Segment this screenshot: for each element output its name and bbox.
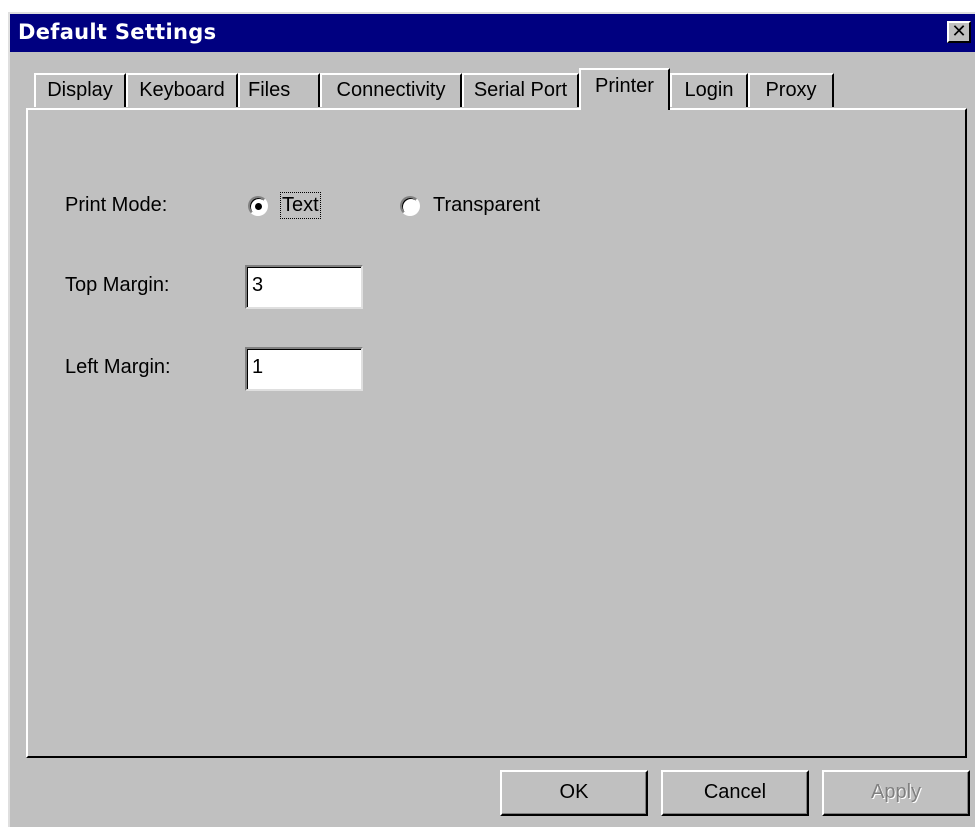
radio-text[interactable] bbox=[248, 196, 268, 216]
radio-text-label[interactable]: Text bbox=[280, 192, 321, 219]
tab-label: Serial Port bbox=[473, 79, 568, 101]
radio-transparent[interactable] bbox=[400, 196, 420, 216]
ok-button-label: OK bbox=[559, 781, 589, 803]
tab-label: Files bbox=[248, 79, 291, 101]
printer-tab-panel: Print Mode: Text Transparent Top Margin:… bbox=[26, 108, 967, 758]
tab-label: Connectivity bbox=[336, 79, 446, 101]
apply-button-label: Apply bbox=[870, 781, 922, 803]
top-margin-label: Top Margin: bbox=[65, 274, 170, 296]
close-button[interactable]: ✕ bbox=[947, 21, 971, 43]
title-bar: Default Settings ✕ bbox=[10, 14, 975, 52]
tab-login[interactable]: Login bbox=[670, 73, 748, 107]
window-title: Default Settings bbox=[18, 20, 217, 44]
tab-label: Proxy bbox=[765, 79, 817, 101]
radio-selected-dot bbox=[255, 203, 262, 210]
cancel-button[interactable]: Cancel bbox=[661, 770, 809, 816]
radio-transparent-label[interactable]: Transparent bbox=[433, 194, 540, 217]
top-margin-field[interactable]: 3 bbox=[245, 265, 363, 309]
left-margin-value: 1 bbox=[252, 356, 264, 378]
tab-label: Login bbox=[684, 79, 734, 101]
apply-button[interactable]: Apply bbox=[822, 770, 970, 816]
tab-connectivity[interactable]: Connectivity bbox=[320, 73, 462, 107]
top-margin-value: 3 bbox=[252, 274, 264, 296]
tab-keyboard[interactable]: Keyboard bbox=[126, 73, 238, 107]
left-margin-field[interactable]: 1 bbox=[245, 347, 363, 391]
default-settings-dialog: Default Settings ✕ Display Keyboard File… bbox=[8, 12, 975, 827]
tab-label: Printer bbox=[595, 75, 654, 97]
tab-display[interactable]: Display bbox=[34, 73, 126, 107]
ok-button[interactable]: OK bbox=[500, 770, 648, 816]
cancel-button-label: Cancel bbox=[703, 781, 767, 803]
tab-label: Display bbox=[47, 79, 113, 101]
left-margin-label: Left Margin: bbox=[65, 356, 171, 378]
tab-printer[interactable]: Printer bbox=[579, 68, 670, 110]
close-icon: ✕ bbox=[951, 21, 967, 42]
tab-proxy[interactable]: Proxy bbox=[748, 73, 834, 107]
tab-files[interactable]: Files bbox=[238, 73, 320, 107]
print-mode-label: Print Mode: bbox=[65, 194, 168, 216]
tab-label: Keyboard bbox=[139, 79, 225, 101]
tab-serial-port[interactable]: Serial Port bbox=[462, 73, 579, 107]
